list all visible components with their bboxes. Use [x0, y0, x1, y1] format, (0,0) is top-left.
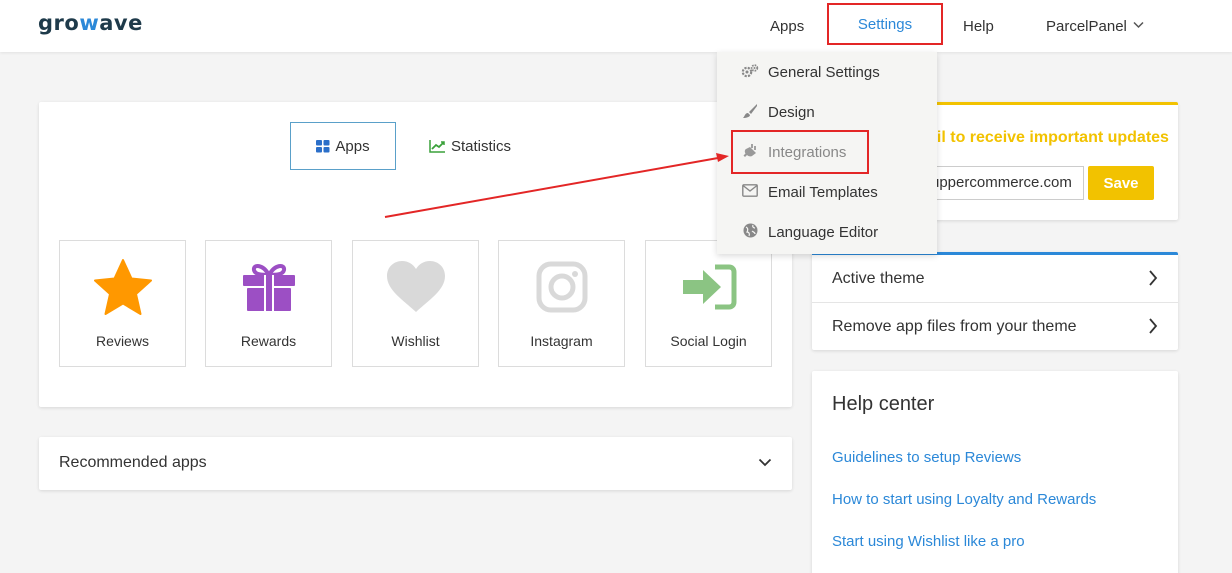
- tab-statistics-label: Statistics: [451, 137, 512, 155]
- grid-icon: [316, 139, 330, 153]
- remove-app-files-label: Remove app files from your theme: [832, 318, 1077, 335]
- chevron-right-icon: [1148, 269, 1158, 292]
- chevron-down-icon: [1133, 20, 1144, 32]
- email-input[interactable]: uppercommerce.com: [912, 166, 1084, 200]
- star-icon: [60, 255, 185, 319]
- logo-text-accent: w: [79, 11, 100, 35]
- menu-item-design[interactable]: Design: [717, 92, 937, 132]
- active-theme-label: Active theme: [832, 270, 925, 287]
- nav-apps[interactable]: Apps: [770, 0, 804, 52]
- top-header: growave Apps Settings Help ParcelPanel: [0, 0, 1232, 52]
- tab-apps[interactable]: Apps: [290, 122, 396, 170]
- help-center-card: Help center Guidelines to setup Reviews …: [812, 371, 1178, 573]
- menu-item-language-editor[interactable]: Language Editor: [717, 212, 937, 252]
- brush-icon: [740, 103, 760, 122]
- chevron-down-icon[interactable]: [758, 452, 772, 479]
- app-tile-label: Wishlist: [391, 333, 440, 349]
- app-tile-label: Instagram: [530, 333, 593, 349]
- save-button-label: Save: [1103, 174, 1139, 192]
- menu-item-label: Email Templates: [768, 183, 878, 201]
- nav-apps-label: Apps: [770, 17, 805, 35]
- app-tile-rewards[interactable]: Rewards: [205, 240, 332, 367]
- logo-text-part: ave: [99, 11, 143, 35]
- sign-in-icon: [646, 255, 771, 319]
- menu-item-label: Design: [768, 103, 815, 121]
- menu-item-general-settings[interactable]: General Settings: [717, 52, 937, 92]
- growave-logo[interactable]: growave: [38, 11, 143, 35]
- nav-help[interactable]: Help: [963, 0, 994, 52]
- tab-apps-label: Apps: [335, 137, 370, 155]
- nav-account-label: ParcelPanel: [1046, 17, 1127, 35]
- help-center-title: Help center: [832, 393, 935, 415]
- recommended-apps-panel[interactable]: Recommended apps: [39, 437, 792, 490]
- remove-app-files-row[interactable]: Remove app files from your theme: [812, 303, 1178, 351]
- envelope-icon: [740, 184, 760, 200]
- help-link-loyalty[interactable]: How to start using Loyalty and Rewards: [832, 491, 1096, 508]
- email-input-value: uppercommerce.com: [931, 174, 1072, 191]
- menu-item-email-templates[interactable]: Email Templates: [717, 172, 937, 212]
- active-theme-row[interactable]: Active theme: [812, 255, 1178, 303]
- app-tile-label: Reviews: [96, 333, 149, 349]
- gift-icon: [206, 255, 331, 319]
- heart-icon: [353, 255, 478, 319]
- save-button[interactable]: Save: [1088, 166, 1154, 200]
- menu-item-label: General Settings: [768, 63, 880, 81]
- nav-help-label: Help: [963, 17, 994, 35]
- globe-icon: [740, 223, 760, 241]
- app-tile-social-login[interactable]: Social Login: [645, 240, 772, 367]
- email-subscribe-text: ail to receive important updates: [928, 129, 1169, 146]
- logo-text-part: gro: [38, 11, 80, 35]
- integrations-highlight-box: [731, 130, 869, 174]
- app-tile-label: Social Login: [670, 333, 747, 349]
- tab-statistics[interactable]: Statistics: [429, 122, 511, 170]
- app-tile-label: Rewards: [240, 333, 297, 349]
- instagram-icon: [499, 255, 624, 319]
- app-tile-wishlist[interactable]: Wishlist: [352, 240, 479, 367]
- help-link-wishlist[interactable]: Start using Wishlist like a pro: [832, 533, 1025, 550]
- app-tile-instagram[interactable]: Instagram: [498, 240, 625, 367]
- nav-settings-label: Settings: [857, 15, 913, 33]
- app-tile-reviews[interactable]: Reviews: [59, 240, 186, 367]
- nav-settings[interactable]: Settings: [827, 3, 943, 45]
- apps-card: Apps Statistics Reviews Rewards Wishlist…: [39, 102, 792, 407]
- line-chart-icon: [429, 139, 446, 153]
- help-link-reviews[interactable]: Guidelines to setup Reviews: [832, 449, 1021, 466]
- chevron-right-icon: [1148, 317, 1158, 340]
- theme-card: Active theme Remove app files from your …: [812, 252, 1178, 350]
- recommended-apps-title: Recommended apps: [59, 454, 207, 471]
- menu-item-label: Language Editor: [768, 223, 879, 241]
- nav-account-menu[interactable]: ParcelPanel: [1046, 0, 1144, 52]
- gears-icon: [740, 63, 760, 82]
